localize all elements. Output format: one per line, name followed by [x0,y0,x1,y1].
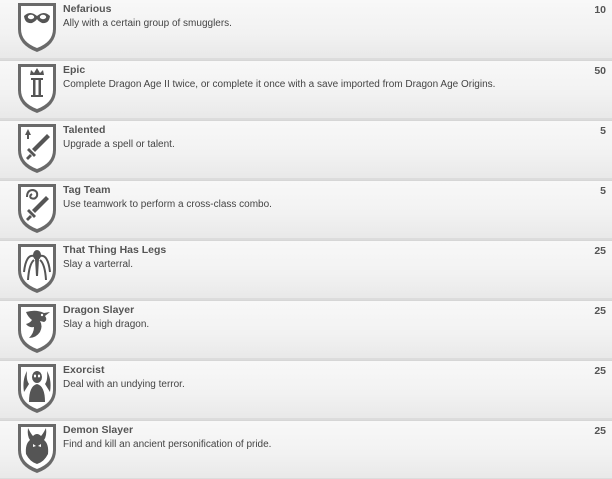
achievement-title: Demon Slayer [63,424,134,436]
achievement-title: Exorcist [63,364,105,376]
achievement-description: Slay a high dragon. [63,319,150,330]
achievement-points: 5 [600,185,606,197]
achievement-title: Epic [63,64,86,76]
achievement-title: Nefarious [63,3,112,15]
achievement-title: Dragon Slayer [63,304,135,316]
achievement-points: 5 [600,125,606,137]
sword-arrow-icon [16,122,58,174]
achievement-description: Use teamwork to perform a cross-class co… [63,199,272,210]
achievement-row[interactable]: Epic Complete Dragon Age II twice, or co… [0,60,612,120]
mask-icon [16,1,58,53]
achievement-row[interactable]: Talented Upgrade a spell or talent. 5 [0,120,612,180]
achievement-row[interactable]: That Thing Has Legs Slay a varterral. 25 [0,240,612,300]
achievement-description: Find and kill an ancient personification… [63,439,272,450]
achievement-row[interactable]: Exorcist Deal with an undying terror. 25 [0,360,612,420]
achievement-points: 25 [594,305,606,317]
ghost-icon [16,362,58,414]
achievement-title: Talented [63,124,106,136]
demon-icon [16,422,58,474]
achievement-points: 25 [594,245,606,257]
dragon-icon [16,302,58,354]
achievement-points: 25 [594,365,606,377]
crown-roman-two-icon [16,62,58,114]
achievement-title: That Thing Has Legs [63,244,167,256]
achievement-description: Complete Dragon Age II twice, or complet… [63,79,496,90]
achievement-list: Nefarious Ally with a certain group of s… [0,0,612,479]
varterral-icon [16,242,58,294]
achievement-row[interactable]: Demon Slayer Find and kill an ancient pe… [0,420,612,479]
achievement-description: Slay a varterral. [63,259,134,270]
achievement-points: 50 [594,65,606,77]
achievement-description: Ally with a certain group of smugglers. [63,18,232,29]
achievement-points: 25 [594,425,606,437]
achievement-row[interactable]: Nefarious Ally with a certain group of s… [0,0,612,60]
achievement-description: Deal with an undying terror. [63,379,185,390]
achievement-row[interactable]: Dragon Slayer Slay a high dragon. 25 [0,300,612,360]
achievement-description: Upgrade a spell or talent. [63,139,175,150]
achievement-row[interactable]: Tag Team Use teamwork to perform a cross… [0,180,612,240]
swirl-sword-icon [16,182,58,234]
achievement-points: 10 [594,4,606,16]
achievement-title: Tag Team [63,184,111,196]
